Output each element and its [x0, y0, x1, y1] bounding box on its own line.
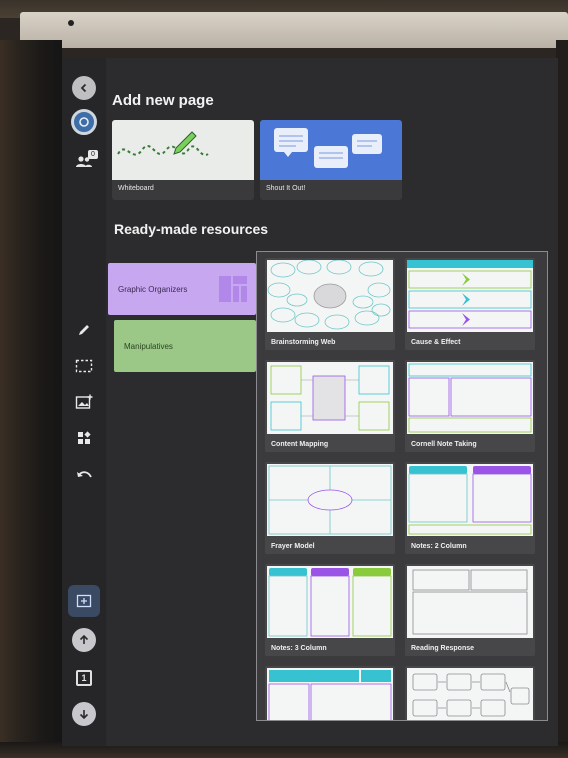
account-avatar-button[interactable] — [68, 106, 100, 138]
shout-it-out-template[interactable]: Shout It Out! — [260, 120, 402, 200]
resource-reading-response[interactable]: Reading Response — [405, 564, 535, 656]
chevron-left-icon — [80, 83, 87, 93]
resource-preview — [267, 566, 393, 638]
page-number: 1 — [76, 670, 92, 686]
resource-label: Content Mapping — [271, 441, 329, 448]
cornell-notes-diagram — [408, 363, 532, 433]
resource-label: Notes: 2 Column — [411, 543, 467, 550]
category-manipulatives[interactable]: Manipulatives — [114, 320, 256, 372]
display-bezel — [20, 12, 568, 48]
display-frame-left — [0, 40, 62, 758]
shout-it-out-thumbnail — [260, 120, 402, 180]
pen-tool-button[interactable] — [68, 314, 100, 346]
tool-rail: 0 1 — [62, 58, 106, 746]
flow-boxes-diagram — [412, 673, 530, 717]
resource-frayer-model[interactable]: Frayer Model — [265, 462, 395, 554]
resource-label: Notes: 3 Column — [271, 645, 327, 652]
resource-brainstorming-web[interactable]: Brainstorming Web — [265, 258, 395, 350]
bezel-sensor — [68, 20, 74, 26]
resource-gallery: Brainstorming Web Cause & Effect Content… — [256, 251, 548, 721]
ready-made-heading: Ready-made resources — [114, 221, 269, 237]
resource-preview — [407, 566, 533, 638]
undo-button[interactable] — [68, 460, 100, 492]
resource-label: Reading Response — [411, 645, 475, 652]
arrow-down-icon — [79, 710, 89, 720]
resource-tile-partial[interactable] — [405, 666, 535, 720]
graphic-organizer-icon — [219, 276, 247, 302]
category-label: Graphic Organizers — [118, 284, 188, 294]
speech-bubbles-illustration — [274, 128, 382, 168]
resource-label: Frayer Model — [271, 543, 315, 550]
resource-notes-3-column[interactable]: Notes: 3 Column — [265, 564, 395, 656]
users-count-badge: 0 — [88, 150, 98, 159]
frayer-model-diagram — [268, 465, 392, 535]
resource-panel: Add new page Whiteboard Shout It Out! Re… — [106, 58, 558, 746]
resource-preview — [407, 668, 533, 720]
resource-label: Brainstorming Web — [271, 339, 336, 346]
next-page-button[interactable] — [68, 698, 100, 730]
resource-content-mapping[interactable]: Content Mapping — [265, 360, 395, 452]
category-graphic-organizers[interactable]: Graphic Organizers — [108, 263, 256, 315]
content-mapping-diagram — [270, 365, 390, 431]
three-column-diagram — [268, 568, 392, 637]
resource-notes-2-column[interactable]: Notes: 2 Column — [405, 462, 535, 554]
resource-preview — [267, 668, 393, 720]
arrow-up-icon — [79, 634, 89, 644]
resource-preview — [407, 362, 533, 434]
two-column-diagram — [408, 466, 532, 535]
reading-response-diagram — [412, 569, 528, 635]
apps-button[interactable] — [68, 422, 100, 454]
resource-label: Cornell Note Taking — [411, 441, 477, 448]
undo-icon — [77, 471, 92, 478]
category-label: Manipulatives — [124, 341, 173, 351]
resource-preview — [267, 464, 393, 536]
resource-preview — [267, 259, 393, 332]
select-tool-button[interactable] — [68, 350, 100, 382]
widgets-icon — [78, 431, 91, 444]
resource-label: Cause & Effect — [411, 339, 461, 346]
page-indicator[interactable]: 1 — [68, 662, 100, 694]
add-new-page-heading: Add new page — [112, 92, 214, 109]
add-page-button[interactable] — [68, 585, 100, 617]
squiggle-pen-illustration — [117, 131, 209, 157]
cause-effect-diagram — [407, 260, 533, 329]
pen-icon — [79, 325, 89, 335]
add-page-icon — [76, 594, 92, 608]
profile-icon — [79, 117, 89, 127]
brainstorm-web-diagram — [267, 259, 391, 330]
resource-cause-effect[interactable]: Cause & Effect — [405, 258, 535, 350]
whiteboard-template[interactable]: Whiteboard — [112, 120, 254, 200]
resource-cornell-note-taking[interactable]: Cornell Note Taking — [405, 360, 535, 452]
back-button[interactable] — [68, 72, 100, 104]
resource-tile-partial[interactable] — [265, 666, 395, 720]
partial-template-diagram — [268, 670, 392, 720]
whiteboard-thumbnail — [112, 120, 254, 180]
selection-icon — [75, 359, 93, 373]
previous-page-button[interactable] — [68, 624, 100, 656]
template-label: Whiteboard — [118, 185, 154, 192]
resource-preview — [407, 260, 533, 332]
add-image-icon — [75, 394, 93, 409]
participants-button[interactable]: 0 — [68, 146, 100, 178]
screen: 0 1 Add new page Whiteboard Shout It Out… — [62, 58, 558, 746]
add-image-button[interactable] — [68, 386, 100, 418]
resource-preview — [407, 464, 533, 536]
template-label: Shout It Out! — [266, 185, 306, 192]
resource-preview — [267, 362, 393, 434]
